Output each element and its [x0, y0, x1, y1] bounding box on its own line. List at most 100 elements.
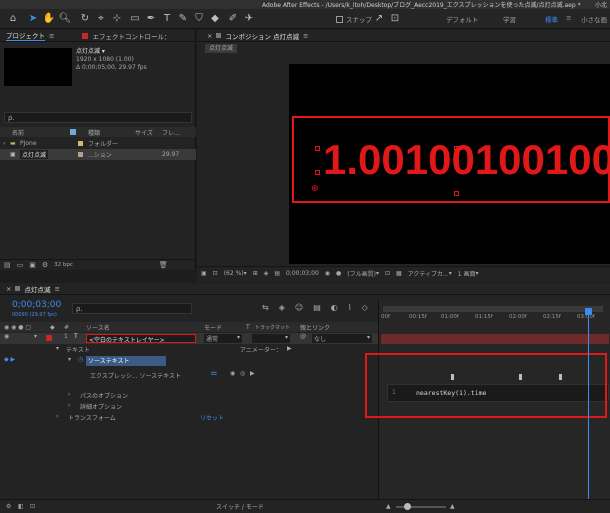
- col-type[interactable]: 種類: [88, 128, 100, 137]
- motion-blur-icon[interactable]: ◐: [331, 303, 338, 312]
- property-row-text[interactable]: ▾ テキスト アニメーター： ▶: [0, 345, 378, 356]
- lock-icon[interactable]: [216, 33, 222, 38]
- property-row-source-text[interactable]: ◆ ▶ ▾ ◷ ソーステキスト: [0, 356, 378, 367]
- chevron-down-icon[interactable]: ▾: [68, 356, 71, 363]
- fast-previews-icon[interactable]: ⊡: [385, 270, 390, 277]
- zoom-in-icon[interactable]: ▲: [450, 503, 455, 510]
- text-handle[interactable]: [454, 146, 459, 151]
- tab-composition[interactable]: コンポジション 点灯点滅: [225, 31, 299, 41]
- rotate-tool-icon[interactable]: ↻: [78, 12, 92, 26]
- mask-visibility-icon[interactable]: ⊡: [213, 270, 218, 277]
- comp-mini-flowchart-icon[interactable]: ⇆: [262, 303, 269, 312]
- parent-dropdown[interactable]: なし ▾: [312, 334, 372, 343]
- home-icon[interactable]: ⌂: [6, 12, 20, 26]
- type-tool-icon[interactable]: T: [160, 12, 174, 26]
- new-folder-icon[interactable]: ▭: [17, 261, 24, 269]
- expression-graph-icon[interactable]: ◉: [230, 370, 235, 377]
- snap-edge-icon[interactable]: ⊡: [388, 12, 402, 26]
- rectangle-tool-icon[interactable]: ▭: [128, 12, 142, 26]
- puppet-pin-tool-icon[interactable]: ✈: [242, 12, 256, 26]
- layer-duration-bar[interactable]: [381, 334, 609, 344]
- graph-editor-icon[interactable]: ⌇: [348, 303, 352, 312]
- timeline-timecode[interactable]: 0;00;03;00: [12, 300, 61, 310]
- label-color-icon[interactable]: [46, 335, 52, 341]
- property-row-more-options[interactable]: › 詳細オプション: [0, 402, 378, 413]
- zoom-tool-icon[interactable]: 🔍︎: [58, 12, 72, 26]
- transparency-grid-icon[interactable]: ▦: [396, 270, 402, 277]
- tab-menu-icon[interactable]: ≡: [54, 285, 59, 293]
- expression-enable-icon[interactable]: =: [210, 369, 218, 379]
- playhead-handle[interactable]: [585, 308, 592, 315]
- animator-label[interactable]: アニメーター：: [240, 345, 282, 354]
- chevron-down-icon[interactable]: ▾: [34, 333, 37, 340]
- clone-stamp-tool-icon[interactable]: ⛉: [192, 12, 206, 26]
- close-icon[interactable]: ×: [207, 32, 212, 40]
- property-row-transform[interactable]: › トランスフォーム リセット: [0, 413, 378, 424]
- keyframe-icon[interactable]: ◇: [362, 303, 368, 312]
- views-dropdown[interactable]: 1 画面 ▾: [458, 269, 479, 278]
- new-comp-icon[interactable]: ▣: [29, 261, 36, 269]
- show-channel-icon[interactable]: ●: [336, 270, 341, 277]
- anchor-point-icon[interactable]: ⊕: [311, 184, 319, 194]
- chevron-right-icon[interactable]: ›: [3, 140, 5, 147]
- zoom-out-icon[interactable]: ▲: [386, 503, 391, 510]
- snap-option-icon[interactable]: ↗: [372, 12, 386, 26]
- property-row-expression[interactable]: エクスプレッシ... ソーステキスト = ◉ ◎ ▶: [0, 368, 378, 382]
- item-name[interactable]: 点灯点滅 ▾: [76, 48, 147, 56]
- brush-tool-icon[interactable]: ✎: [176, 12, 190, 26]
- col-mode[interactable]: モード: [204, 323, 222, 332]
- col-name[interactable]: 名前: [12, 128, 24, 137]
- eraser-tool-icon[interactable]: ◆: [208, 12, 222, 26]
- workspace-standard[interactable]: 標準: [545, 14, 558, 24]
- snap-checkbox[interactable]: [336, 15, 343, 23]
- shy-icon[interactable]: ☺: [295, 303, 303, 312]
- close-icon[interactable]: ×: [6, 285, 11, 293]
- tab-project[interactable]: プロジェクト: [6, 30, 45, 41]
- text-handle[interactable]: [454, 191, 459, 196]
- workspace-small-screen[interactable]: 小さな画面: [581, 14, 607, 24]
- bpc-label[interactable]: 32 bpc: [54, 262, 73, 268]
- magnification-dropdown[interactable]: (62 %) ▾: [224, 270, 247, 277]
- col-trkmat[interactable]: トラックマット: [255, 324, 290, 331]
- camera-tool-icon[interactable]: ⌖: [94, 12, 108, 26]
- tab-effect-controls[interactable]: エフェクトコントロール：: [92, 31, 180, 41]
- reset-link[interactable]: リセット: [200, 413, 224, 422]
- mask-shape-icon[interactable]: ◈: [264, 270, 269, 277]
- expand-layer-switches-icon[interactable]: ⚙: [6, 503, 11, 510]
- trkmat-dropdown[interactable]: ▾: [252, 334, 290, 343]
- time-ruler[interactable]: 00f 00:15f 01:00f 01:15f 02:00f 02:15f 0…: [379, 314, 610, 326]
- viewer-timecode[interactable]: 0;00;03;00: [286, 270, 319, 277]
- work-area-bar[interactable]: [383, 306, 603, 312]
- comp-subtab[interactable]: 点灯点滅: [205, 44, 238, 53]
- timeline-search-input[interactable]: ρ.: [72, 303, 192, 314]
- chevron-right-icon[interactable]: ›: [68, 391, 70, 398]
- toggle-transparency-icon[interactable]: ▤: [274, 270, 280, 277]
- snap-toggle[interactable]: スナップ: [336, 14, 372, 24]
- selection-tool-icon[interactable]: ➤: [26, 12, 40, 26]
- layer-row[interactable]: ◉ ▾ 1 T <空白のテキストレイヤー> 通常 ▾ ▾ @ なし ▾: [0, 333, 378, 344]
- workspace-default[interactable]: デフォルト: [446, 14, 479, 24]
- interpret-footage-icon[interactable]: ▤: [4, 261, 11, 269]
- keyframe-navigator-icon[interactable]: ◆ ▶: [4, 356, 15, 363]
- timeline-graph-area[interactable]: 00f 00:15f 01:00f 01:15f 02:00f 02:15f 0…: [365, 300, 610, 513]
- mode-dropdown[interactable]: 通常 ▾: [204, 334, 242, 343]
- workspace-learn[interactable]: 学習: [503, 14, 516, 24]
- switches-modes-toggle[interactable]: スイッチ / モード: [216, 502, 264, 511]
- animator-add-icon[interactable]: ▶: [287, 345, 292, 352]
- stopwatch-icon[interactable]: ◷: [78, 356, 83, 363]
- zoom-slider-thumb[interactable]: [404, 503, 411, 510]
- chevron-right-icon[interactable]: ›: [56, 413, 58, 420]
- pickwhip-icon[interactable]: @: [300, 333, 306, 340]
- expand-transfer-controls-icon[interactable]: ◧: [18, 503, 24, 510]
- tab-menu-icon[interactable]: ≡: [49, 32, 54, 40]
- list-item[interactable]: › ▬ PJone フォルダー: [0, 138, 196, 148]
- resolution-dropdown[interactable]: (フル画質) ▾: [347, 269, 379, 278]
- list-item[interactable]: ▣ 点灯点滅 ...ション 29.97: [0, 149, 196, 160]
- text-handle[interactable]: [315, 146, 320, 151]
- pan-behind-tool-icon[interactable]: ⊹: [110, 12, 124, 26]
- expression-pickwhip-icon[interactable]: ◎: [240, 370, 245, 377]
- region-of-interest-icon[interactable]: ▣: [201, 270, 207, 277]
- expand-in-out-icon[interactable]: ⊡: [30, 503, 35, 510]
- frame-blending-icon[interactable]: ▤: [313, 303, 321, 312]
- eye-icon[interactable]: ◉: [4, 333, 9, 340]
